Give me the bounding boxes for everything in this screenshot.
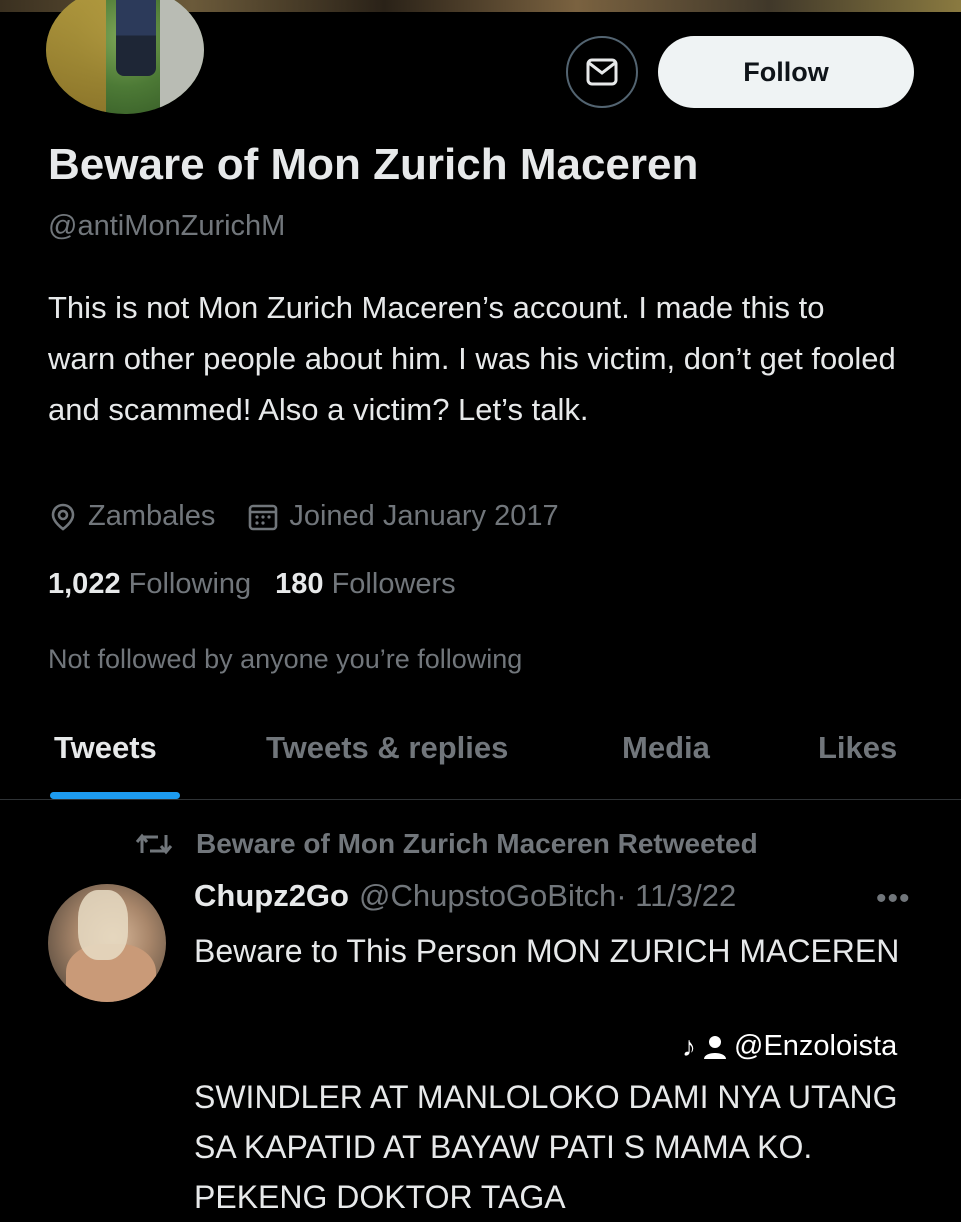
profile-handle: @antiMonZurichM: [48, 210, 286, 242]
watermark-handle: @Enzoloista: [734, 1030, 898, 1062]
tab-likes[interactable]: Likes: [818, 730, 897, 766]
message-button[interactable]: [566, 36, 638, 108]
tweet-author-handle[interactable]: @ChupstoGoBitch: [359, 878, 616, 914]
location-label: Zambales: [88, 500, 216, 532]
profile-name: Beware of Mon Zurich Maceren: [48, 140, 699, 189]
calendar-icon: [249, 504, 278, 530]
followers-label: Followers: [331, 568, 456, 600]
location-pin-icon: [51, 503, 75, 531]
following-link[interactable]: 1,022 Following: [48, 568, 251, 601]
tab-tweets[interactable]: Tweets: [54, 730, 157, 766]
active-tab-indicator: [50, 792, 180, 799]
avatar-person: [116, 0, 156, 76]
followers-link[interactable]: 180 Followers: [275, 568, 456, 601]
tweet-author-avatar[interactable]: [48, 884, 166, 1002]
retweet-context[interactable]: Beware of Mon Zurich Maceren Retweeted: [134, 828, 758, 860]
tweet-more-icon[interactable]: •••: [876, 882, 911, 916]
profile-avatar[interactable]: [46, 0, 204, 114]
tweet-header: Chupz2Go @ChupstoGoBitch · 11/3/22: [194, 878, 736, 914]
follow-button[interactable]: Follow: [658, 36, 914, 108]
followers-count: 180: [275, 568, 324, 600]
profile-stats: 1,022 Following 180 Followers: [48, 568, 480, 601]
joined-label: Joined January 2017: [289, 500, 559, 532]
location-item: Zambales: [48, 500, 215, 533]
avatar-background: [46, 0, 106, 114]
tweet-text: Beware to This Person MON ZURICH MACEREN: [194, 933, 900, 969]
mail-icon: [586, 58, 618, 86]
profile-meta: Zambales Joined January 2017: [48, 500, 591, 533]
profile-bio: This is not Mon Zurich Maceren’s account…: [48, 290, 896, 427]
profile-tabs: Tweets Tweets & replies Media Likes: [0, 700, 961, 800]
not-followed-text: Not followed by anyone you’re following: [48, 644, 523, 674]
following-label: Following: [128, 568, 252, 600]
retweet-context-label: Beware of Mon Zurich Maceren Retweeted: [196, 828, 758, 859]
avatar-hair: [78, 890, 128, 960]
joined-item: Joined January 2017: [247, 500, 559, 533]
tweet-date[interactable]: · 11/3/22: [616, 878, 736, 914]
tab-media[interactable]: Media: [622, 730, 710, 766]
tiktok-icon: ♪: [682, 1030, 696, 1062]
tiktok-watermark: ♪ @Enzoloista: [682, 1030, 897, 1063]
tab-tweets-replies[interactable]: Tweets & replies: [266, 730, 508, 766]
person-icon: [704, 1035, 726, 1059]
tweet-author-name[interactable]: Chupz2Go: [194, 878, 349, 914]
retweet-icon: [135, 833, 173, 855]
following-count: 1,022: [48, 568, 121, 600]
avatar-wall: [160, 0, 204, 114]
